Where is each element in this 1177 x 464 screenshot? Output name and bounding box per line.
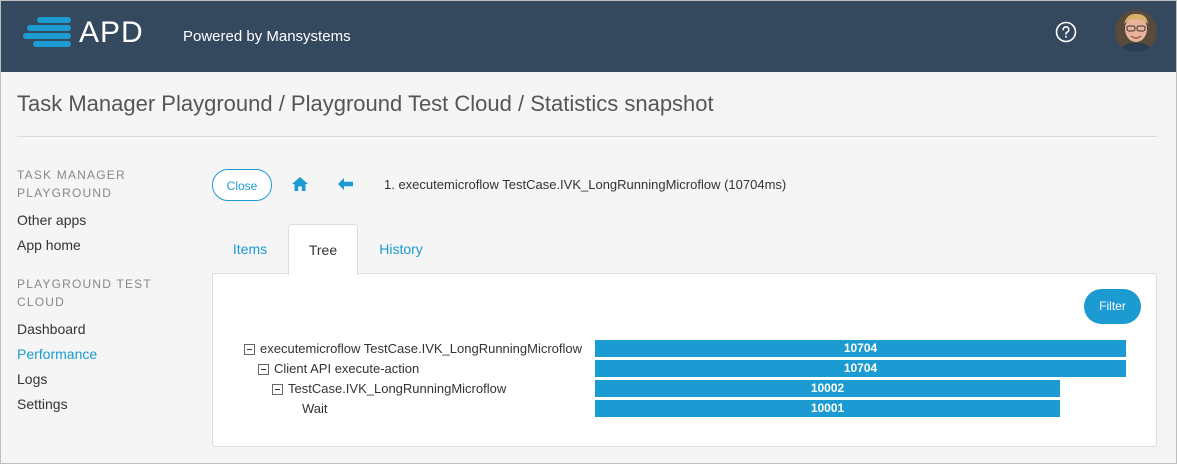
collapse-toggle-icon[interactable] [258,364,269,375]
home-icon[interactable] [292,177,308,191]
duration-bar: 10704 [595,340,1126,357]
sidebar-heading: PLAYGROUND TEST CLOUD [17,277,152,309]
page-title: Task Manager Playground / Playground Tes… [17,91,714,116]
tab-tree[interactable]: Tree [288,224,358,275]
sidebar-section-task-manager: TASK MANAGER PLAYGROUND Other apps App h… [17,166,187,258]
filter-button[interactable]: Filter [1084,289,1141,324]
tab-items[interactable]: Items [220,224,280,274]
avatar-image [1115,10,1157,52]
tree-node-label[interactable]: TestCase.IVK_LongRunningMicroflow [288,380,506,398]
tree-node-label[interactable]: Wait [302,400,328,418]
tree-node-label[interactable]: executemicroflow TestCase.IVK_LongRunnin… [260,340,582,358]
sidebar-item-logs[interactable]: Logs [17,367,187,392]
title-divider [17,136,1157,137]
logo-text: APD [79,16,144,49]
sidebar-item-dashboard[interactable]: Dashboard [17,317,187,342]
sidebar-item-settings[interactable]: Settings [17,392,187,417]
sidebar-item-other-apps[interactable]: Other apps [17,208,187,233]
tree-node-label[interactable]: Client API execute-action [274,360,419,378]
sidebar-heading: TASK MANAGER PLAYGROUND [17,168,126,200]
snapshot-breadcrumb: 1. executemicroflow TestCase.IVK_LongRun… [384,177,787,192]
top-bar: APD Powered by Mansystems [1,1,1176,72]
close-button[interactable]: Close [212,169,272,201]
duration-bar: 10001 [595,400,1060,417]
logo-bars-icon [23,17,71,47]
user-avatar[interactable] [1115,10,1157,52]
tab-history[interactable]: History [367,224,435,274]
sidebar-section-test-cloud: PLAYGROUND TEST CLOUD Dashboard Performa… [17,275,187,417]
duration-bar: 10002 [595,380,1060,397]
question-circle-icon[interactable] [1055,21,1077,43]
sidebar: TASK MANAGER PLAYGROUND Other apps App h… [17,166,187,417]
powered-by-text: Powered by Mansystems [183,28,351,45]
sidebar-item-performance[interactable]: Performance [17,342,187,367]
arrow-left-icon[interactable] [338,178,353,190]
duration-bar: 10704 [595,360,1126,377]
sidebar-item-app-home[interactable]: App home [17,233,187,258]
collapse-toggle-icon[interactable] [272,384,283,395]
collapse-toggle-icon[interactable] [244,344,255,355]
